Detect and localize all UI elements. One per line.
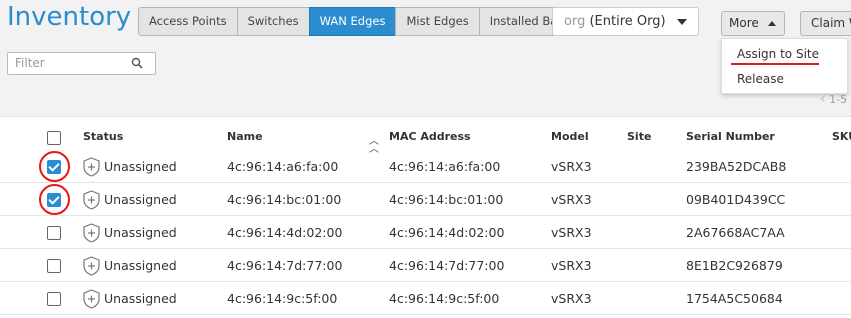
table-row[interactable]: Unassigned 4c:96:14:bc:01:00 4c:96:14:bc… — [0, 183, 851, 216]
table-row[interactable]: Unassigned 4c:96:14:7d:77:00 4c:96:14:7d… — [0, 249, 851, 282]
serial-cell: 1754A5C50684 — [686, 291, 783, 306]
model-cell: vSRX3 — [551, 291, 592, 306]
column-header-sku[interactable]: SKU — [832, 130, 851, 143]
model-cell: vSRX3 — [551, 192, 592, 207]
chevron-down-icon — [677, 19, 687, 25]
column-header-site[interactable]: Site — [627, 130, 651, 143]
filter-input[interactable]: Filter — [7, 52, 156, 75]
caret-up-icon — [768, 21, 776, 26]
table-row[interactable]: Unassigned 4c:96:14:9c:5f:00 4c:96:14:9c… — [0, 282, 851, 315]
status-text: Unassigned — [104, 225, 177, 240]
mac-cell: 4c:96:14:a6:fa:00 — [389, 159, 501, 174]
more-button-label: More — [729, 16, 759, 30]
model-cell: vSRX3 — [551, 225, 592, 240]
inventory-table: Status Name ︿ ︿ MAC Address Model Site Se… — [0, 116, 851, 318]
serial-cell: 8E1B2C926879 — [686, 258, 783, 273]
model-cell: vSRX3 — [551, 258, 592, 273]
serial-cell: 09B401D439CC — [686, 192, 786, 207]
more-button[interactable]: More — [721, 11, 785, 36]
name-cell: 4c:96:14:7d:77:00 — [227, 258, 343, 273]
tab-mist-edges[interactable]: Mist Edges — [395, 7, 480, 36]
mac-cell: 4c:96:14:bc:01:00 — [389, 192, 504, 207]
shield-plus-icon — [83, 223, 100, 243]
highlight-underline — [731, 63, 819, 65]
menu-item-assign-to-site[interactable]: Assign to Site — [737, 47, 819, 61]
column-header-model[interactable]: Model — [551, 130, 589, 143]
name-cell: 4c:96:14:a6:fa:00 — [227, 159, 339, 174]
claim-button[interactable]: Claim W — [800, 11, 851, 36]
shield-plus-icon — [83, 256, 100, 276]
filter-placeholder: Filter — [15, 56, 45, 70]
claim-button-label: Claim W — [811, 16, 851, 30]
mac-cell: 4c:96:14:4d:02:00 — [389, 225, 505, 240]
menu-item-release[interactable]: Release — [737, 72, 784, 86]
row-checkbox[interactable] — [47, 292, 61, 306]
name-cell: 4c:96:14:bc:01:00 — [227, 192, 342, 207]
org-select[interactable]: org (Entire Org) — [552, 7, 699, 36]
highlight-circle — [39, 151, 70, 182]
shield-plus-icon — [83, 157, 100, 177]
name-cell: 4c:96:14:4d:02:00 — [227, 225, 343, 240]
page-title: Inventory — [7, 2, 132, 32]
serial-cell: 2A67668AC7AA — [686, 225, 785, 240]
table-row[interactable]: Unassigned 4c:96:14:a6:fa:00 4c:96:14:a6… — [0, 150, 851, 183]
pagination-range: 1-5 — [829, 93, 848, 106]
column-header-serial-number[interactable]: Serial Number — [686, 130, 775, 143]
shield-plus-icon — [83, 190, 100, 210]
model-cell: vSRX3 — [551, 159, 592, 174]
table-row[interactable]: Unassigned 4c:96:14:4d:02:00 4c:96:14:4d… — [0, 216, 851, 249]
pagination: ‹ 1-5 — [820, 91, 847, 107]
mac-cell: 4c:96:14:7d:77:00 — [389, 258, 505, 273]
row-checkbox[interactable] — [47, 226, 61, 240]
column-header-status[interactable]: Status — [83, 130, 123, 143]
column-header-name[interactable]: Name — [227, 130, 263, 143]
name-cell: 4c:96:14:9c:5f:00 — [227, 291, 338, 306]
chevron-left-icon[interactable]: ‹ — [820, 91, 826, 107]
mac-cell: 4c:96:14:9c:5f:00 — [389, 291, 500, 306]
tab-switches[interactable]: Switches — [236, 7, 310, 36]
column-header-mac-address[interactable]: MAC Address — [389, 130, 471, 143]
row-checkbox[interactable] — [47, 259, 61, 273]
org-select-value: (Entire Org) — [589, 14, 666, 29]
search-icon — [131, 57, 143, 69]
status-text: Unassigned — [104, 258, 177, 273]
org-select-prefix: org — [564, 14, 586, 29]
status-text: Unassigned — [104, 291, 177, 306]
device-type-tabs: Access Points Switches WAN Edges Mist Ed… — [138, 7, 582, 36]
highlight-circle — [39, 184, 70, 215]
tab-access-points[interactable]: Access Points — [138, 7, 238, 36]
shield-plus-icon — [83, 289, 100, 309]
status-text: Unassigned — [104, 159, 177, 174]
select-all-checkbox[interactable] — [47, 131, 61, 145]
more-dropdown-menu: Assign to Site Release — [721, 38, 848, 94]
status-text: Unassigned — [104, 192, 177, 207]
serial-cell: 239BA52DCAB8 — [686, 159, 787, 174]
tab-wan-edges[interactable]: WAN Edges — [308, 7, 397, 36]
